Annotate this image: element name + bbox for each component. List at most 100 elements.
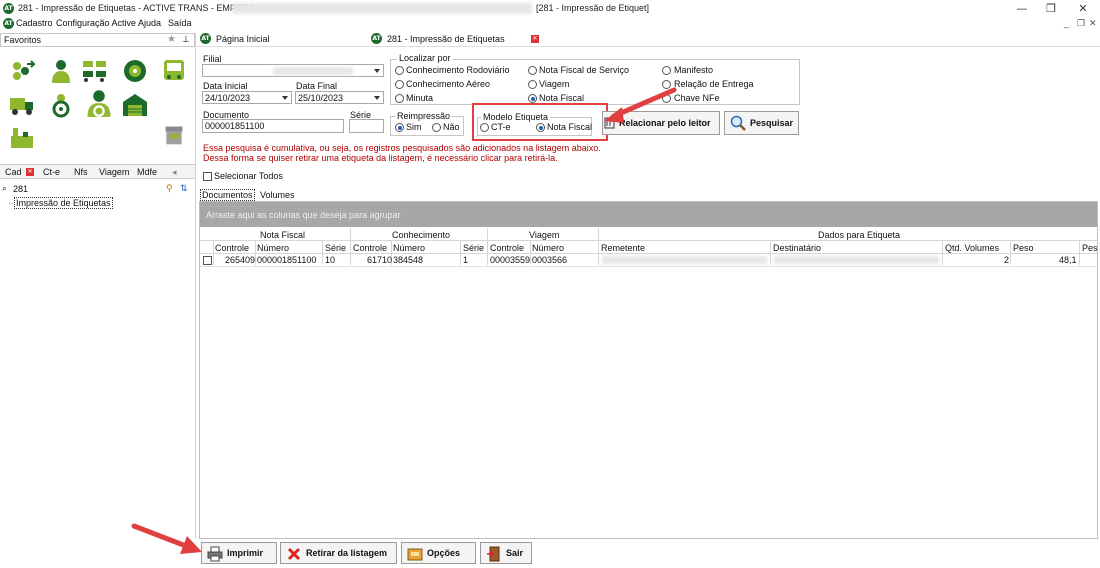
menu-ajuda[interactable]: Ajuda: [138, 18, 161, 28]
options-box-icon: [407, 548, 423, 561]
col-ct-controle[interactable]: Controle: [353, 243, 387, 253]
col-peso[interactable]: Peso: [1013, 243, 1034, 253]
col-nf-controle[interactable]: Controle: [215, 243, 249, 253]
data-inicial-label: Data Inicial: [203, 81, 248, 91]
close-tab-icon[interactable]: ✕: [531, 35, 539, 43]
col-peso-2[interactable]: Pes: [1082, 243, 1098, 253]
col-vg-controle[interactable]: Controle: [490, 243, 524, 253]
steering-wheel-icon[interactable]: [48, 92, 74, 118]
radio-viagem-label: Viagem: [539, 79, 570, 89]
radio-minuta[interactable]: [395, 94, 404, 103]
left-tab-cad[interactable]: Cad: [5, 167, 22, 177]
tire-icon[interactable]: [122, 58, 148, 84]
tab-pagina-inicial-label: Página Inicial: [216, 34, 270, 44]
scroll-left-icon[interactable]: ◂: [172, 167, 177, 178]
tree-search-input[interactable]: 281: [13, 184, 28, 194]
subtab-volumes[interactable]: Volumes: [260, 190, 295, 200]
left-tab-nfs[interactable]: Nfs: [74, 167, 88, 177]
table-row[interactable]: 265409 000001851100 10 61710 384548 1 00…: [200, 254, 1097, 266]
left-tab-cte[interactable]: Ct-e: [43, 167, 60, 177]
radio-reimpressao-sim-label: Sim: [406, 122, 422, 132]
radio-nota-fiscal-servico[interactable]: [528, 66, 537, 75]
remove-x-icon: [287, 547, 301, 561]
selecionar-todos-checkbox[interactable]: [203, 172, 212, 181]
left-tab-viagem[interactable]: Viagem: [99, 167, 129, 177]
magnifier-icon: [730, 115, 746, 131]
radio-conhecimento-aereo-label: Conhecimento Aéreo: [406, 79, 491, 89]
radio-viagem[interactable]: [528, 80, 537, 89]
star-icon[interactable]: ★: [167, 34, 176, 45]
bus-icon[interactable]: [161, 58, 187, 84]
radio-nota-fiscal[interactable]: [528, 94, 537, 103]
fleet-icon[interactable]: [82, 58, 108, 84]
favorites-label: Favoritos: [4, 35, 42, 45]
col-nf-numero[interactable]: Número: [257, 243, 289, 253]
exit-door-icon: [487, 546, 500, 562]
radio-chave-nfe-label: Chave NFe: [674, 93, 720, 103]
data-inicial-value: 24/10/2023: [205, 93, 251, 103]
radio-conhecimento-rodoviario[interactable]: [395, 66, 404, 75]
radio-conhecimento-rodoviario-label: Conhecimento Rodoviário: [406, 65, 510, 75]
tree-item-row[interactable]: ·· Impressão de Etiquetas: [8, 197, 113, 209]
annotation-highlight-box: [472, 103, 608, 141]
restore-button[interactable]: ❐: [1034, 0, 1068, 17]
people-arrow-icon[interactable]: [9, 58, 35, 84]
tree-item-label[interactable]: Impressão de Etiquetas: [14, 197, 113, 209]
tab-impressao-etiquetas-label: 281 - Impressão de Etiquetas: [387, 34, 505, 44]
person-icon[interactable]: [48, 58, 74, 84]
data-inicial-field[interactable]: 24/10/2023: [202, 91, 292, 104]
col-nf-serie[interactable]: Série: [325, 243, 346, 253]
col-ct-numero[interactable]: Número: [393, 243, 425, 253]
truck-icon[interactable]: [9, 92, 35, 118]
factory-icon[interactable]: [9, 124, 35, 150]
broom-icon[interactable]: ⚲: [166, 183, 173, 194]
splitter[interactable]: [195, 33, 196, 538]
radio-reimpressao-sim[interactable]: [395, 123, 404, 132]
close-tab-icon[interactable]: ✕: [26, 168, 34, 176]
radio-conhecimento-aereo[interactable]: [395, 80, 404, 89]
sort-icon[interactable]: ⇅: [180, 183, 188, 194]
filial-label: Filial: [203, 54, 222, 64]
menu-cadastro[interactable]: Cadastro: [16, 18, 53, 28]
menu-configuracao-active[interactable]: Configuração Active: [56, 18, 136, 28]
mdi-restore-button[interactable]: ❐: [1077, 18, 1085, 29]
pesquisar-button[interactable]: Pesquisar: [724, 111, 799, 135]
mdi-minimize-button[interactable]: _: [1064, 18, 1069, 28]
documento-input[interactable]: 000001851100: [202, 119, 344, 133]
subtab-documentos[interactable]: Documentos: [200, 189, 255, 201]
driver-icon[interactable]: [84, 88, 114, 118]
row-divider: [200, 266, 1097, 267]
radio-reimpressao-nao[interactable]: [432, 123, 441, 132]
imprimir-button[interactable]: Imprimir: [201, 542, 277, 564]
sair-button[interactable]: Sair: [480, 542, 532, 564]
trash-bin-icon[interactable]: [163, 122, 185, 148]
data-final-field[interactable]: 25/10/2023: [295, 91, 384, 104]
col-destinatario[interactable]: Destinatário: [773, 243, 821, 253]
warehouse-icon[interactable]: [122, 92, 148, 118]
col-remetente[interactable]: Remetente: [601, 243, 645, 253]
data-final-value: 25/10/2023: [298, 93, 344, 103]
blurred-filial-value: [273, 67, 353, 75]
radio-reimpressao-nao-label: Não: [443, 122, 460, 132]
retirar-listagem-button[interactable]: Retirar da listagem: [280, 542, 397, 564]
tab-underline: [197, 46, 1100, 47]
cell-ct-serie: 1: [463, 255, 469, 265]
col-qtd-volumes[interactable]: Qtd. Volumes: [945, 243, 999, 253]
mdi-close-button[interactable]: ✕: [1089, 18, 1097, 29]
left-tab-mdfe[interactable]: Mdfe: [137, 167, 157, 177]
blurred-remetente: [602, 256, 767, 264]
opcoes-button[interactable]: Opções: [401, 542, 476, 564]
close-button[interactable]: ✕: [1066, 0, 1100, 17]
filial-select[interactable]: [202, 64, 384, 77]
row-checkbox[interactable]: [203, 256, 212, 265]
serie-input[interactable]: [349, 119, 384, 133]
radio-manifesto[interactable]: [662, 66, 671, 75]
col-ct-serie[interactable]: Série: [463, 243, 484, 253]
pin-icon[interactable]: ⊥: [182, 34, 190, 45]
menu-saida[interactable]: Saída: [168, 18, 192, 28]
group-by-bar[interactable]: Arraste aqui as colunas que deseja para …: [200, 202, 1097, 227]
warning-line-2: Dessa forma se quiser retirar uma etique…: [203, 153, 558, 163]
band-conhecimento: Conhecimento: [392, 230, 451, 240]
retirar-listagem-label: Retirar da listagem: [306, 548, 388, 558]
col-vg-numero[interactable]: Número: [532, 243, 564, 253]
